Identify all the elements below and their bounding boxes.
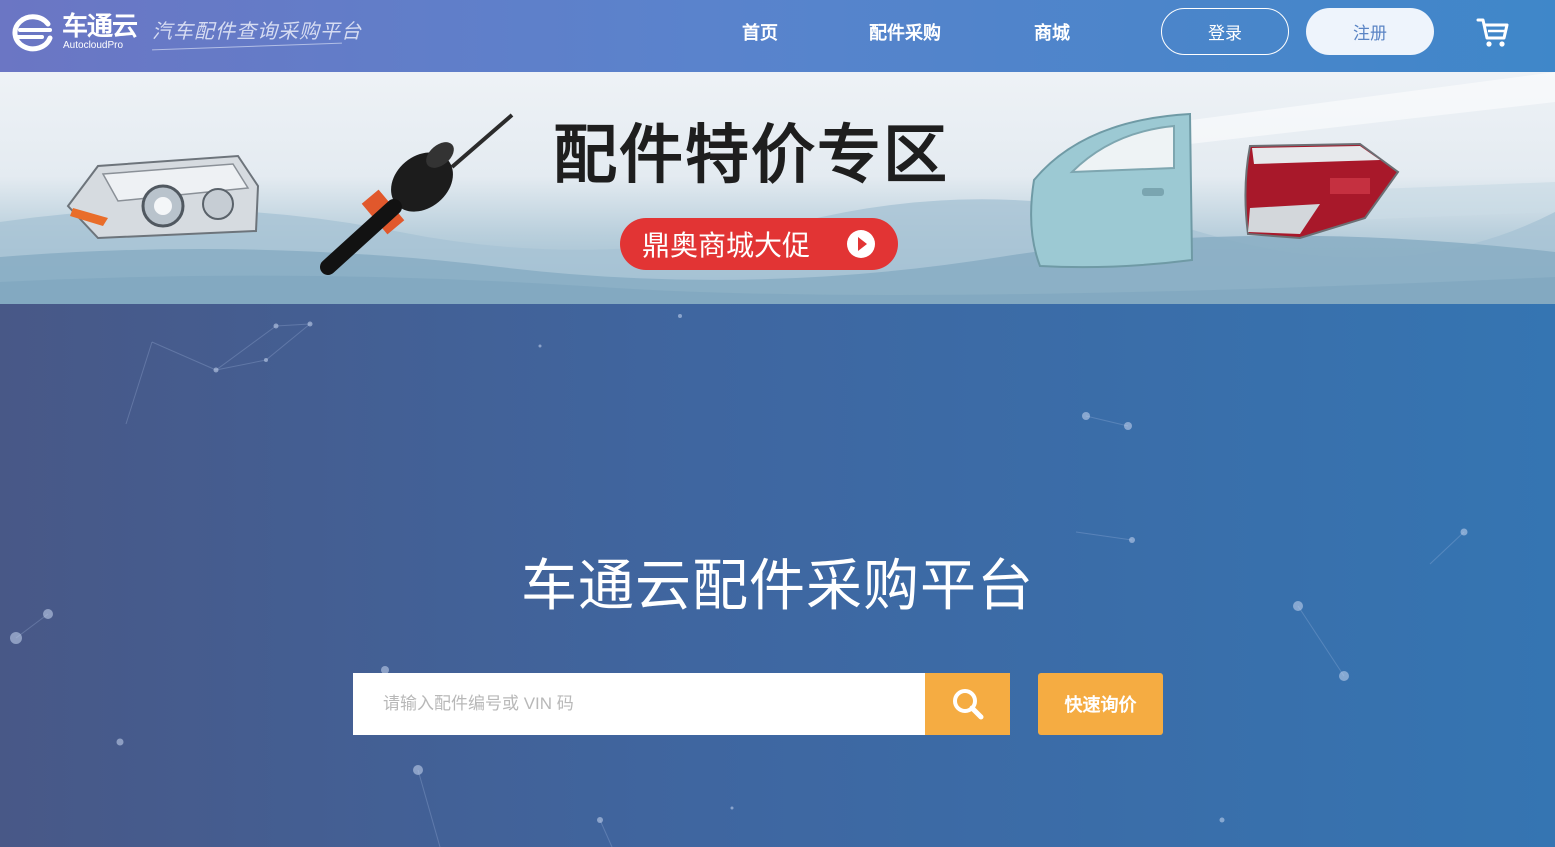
nav-mall[interactable]: 商城: [1034, 0, 1070, 64]
search-icon: [952, 689, 983, 720]
tail-light-image: [1244, 142, 1400, 240]
register-button[interactable]: 注册: [1306, 8, 1434, 55]
shock-absorber-image: [320, 113, 514, 275]
play-circle-icon: [847, 230, 875, 258]
hero-title: 车通云配件采购平台: [521, 554, 1034, 619]
nav-parts-purchase[interactable]: 配件采购: [869, 0, 941, 64]
hero-section: 车通云配件采购平台 快速询价: [0, 304, 1555, 847]
site-slogan: 汽车配件查询采购平台: [152, 19, 362, 43]
site-logo[interactable]: 车通云 AutocloudPro: [8, 10, 148, 62]
nav-home[interactable]: 首页: [742, 0, 778, 64]
logo-name: 车通云: [62, 12, 138, 42]
quick-quote-button[interactable]: 快速询价: [1038, 673, 1163, 735]
banner-title: 配件特价专区: [553, 119, 949, 193]
search-input[interactable]: [353, 673, 926, 735]
top-header: 车通云 AutocloudPro 汽车配件查询采购平台 首页 配件采购 商城 登…: [0, 0, 1555, 72]
headlight-image: [66, 154, 260, 240]
logo-subtitle: AutocloudPro: [63, 40, 124, 51]
login-button[interactable]: 登录: [1161, 8, 1289, 55]
cart-icon[interactable]: [1476, 16, 1510, 50]
logo-icon: [12, 14, 53, 52]
car-door-image: [1030, 112, 1194, 269]
promo-banner[interactable]: 配件特价专区 鼎奥商城大促: [0, 72, 1555, 304]
search-button[interactable]: [925, 673, 1010, 735]
promo-button-label: 鼎奥商城大促: [642, 229, 811, 262]
promo-button[interactable]: 鼎奥商城大促: [620, 218, 898, 270]
